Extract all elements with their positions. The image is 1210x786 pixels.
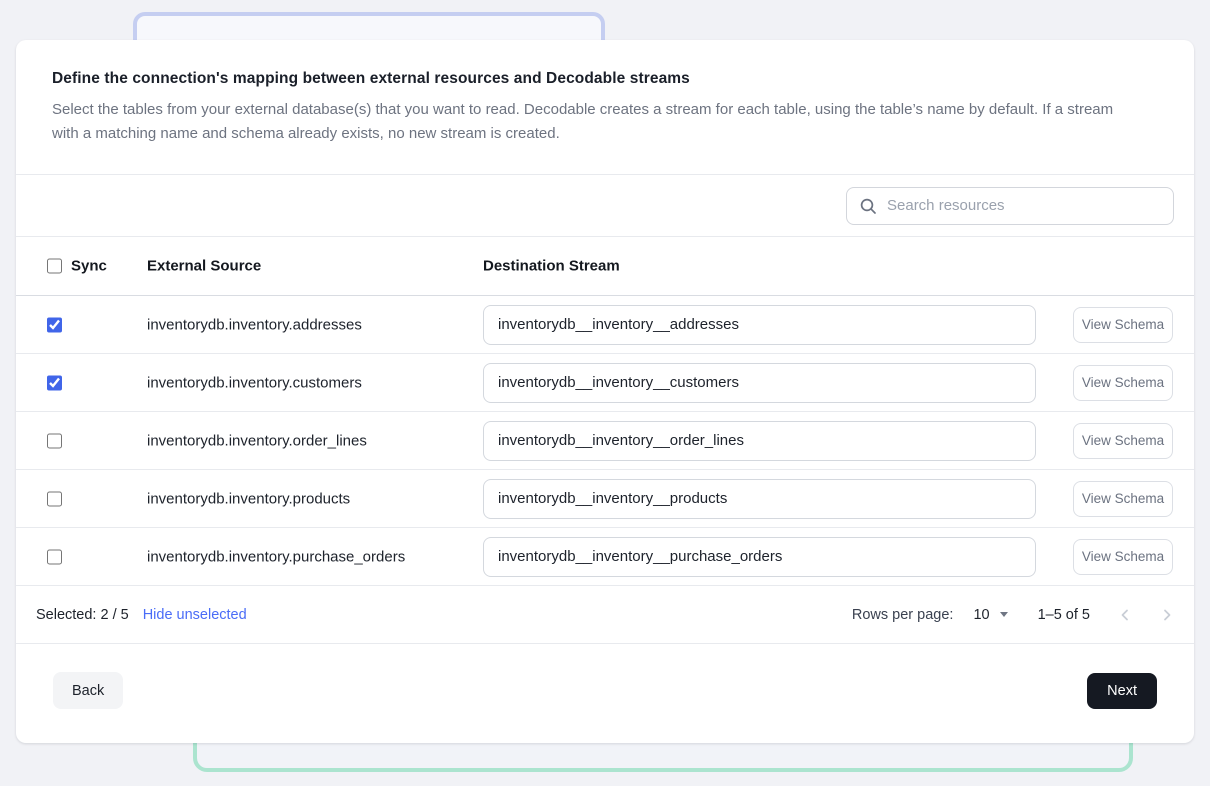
pager-controls: Rows per page: 10 1–5 of 5: [852, 607, 1174, 623]
destination-stream-cell: [483, 537, 1036, 577]
sync-checkbox[interactable]: [47, 491, 62, 506]
column-header-source: External Source: [147, 258, 261, 275]
sync-checkbox[interactable]: [47, 317, 62, 332]
destination-stream-cell: [483, 363, 1036, 403]
row-action-cell: View Schema: [1073, 307, 1173, 343]
selected-count: Selected: 2 / 5: [36, 607, 129, 623]
row-action-cell: View Schema: [1073, 481, 1173, 517]
table-row: inventorydb.inventory.addresses View Sch…: [16, 296, 1194, 354]
destination-stream-input[interactable]: [483, 537, 1036, 577]
search-icon: [859, 197, 877, 215]
external-source-label: inventorydb.inventory.customers: [147, 374, 362, 391]
prev-page-button[interactable]: [1118, 608, 1132, 622]
rows-per-page-value: 10: [973, 607, 989, 623]
dialog-description: Select the tables from your external dat…: [52, 98, 1132, 146]
search-box[interactable]: [846, 187, 1174, 225]
table-body: inventorydb.inventory.addresses View Sch…: [16, 296, 1194, 586]
sync-checkbox[interactable]: [47, 375, 62, 390]
external-source-label: inventorydb.inventory.products: [147, 490, 350, 507]
table-row: inventorydb.inventory.products View Sche…: [16, 470, 1194, 528]
view-schema-button[interactable]: View Schema: [1073, 365, 1173, 401]
row-action-cell: View Schema: [1073, 365, 1173, 401]
destination-stream-input[interactable]: [483, 479, 1036, 519]
mapping-dialog: Define the connection's mapping between …: [16, 40, 1194, 743]
table-row: inventorydb.inventory.customers View Sch…: [16, 354, 1194, 412]
external-source-label: inventorydb.inventory.purchase_orders: [147, 548, 405, 565]
page-range: 1–5 of 5: [1038, 607, 1090, 623]
row-action-cell: View Schema: [1073, 539, 1173, 575]
next-button[interactable]: Next: [1087, 673, 1157, 709]
destination-stream-cell: [483, 305, 1036, 345]
destination-stream-cell: [483, 479, 1036, 519]
row-action-cell: View Schema: [1073, 423, 1173, 459]
column-header-sync: Sync: [71, 258, 107, 275]
destination-stream-cell: [483, 421, 1036, 461]
chevron-left-icon: [1118, 608, 1132, 622]
sync-checkbox[interactable]: [47, 549, 62, 564]
chevron-right-icon: [1160, 608, 1174, 622]
select-all-checkbox[interactable]: [47, 259, 62, 274]
destination-stream-input[interactable]: [483, 305, 1036, 345]
caret-down-icon: [1000, 612, 1008, 617]
table-row: inventorydb.inventory.order_lines View S…: [16, 412, 1194, 470]
dialog-actions: Back Next: [16, 644, 1194, 737]
external-source-label: inventorydb.inventory.order_lines: [147, 432, 367, 449]
search-input[interactable]: [887, 197, 1161, 214]
sync-checkbox[interactable]: [47, 433, 62, 448]
destination-stream-input[interactable]: [483, 421, 1036, 461]
external-source-label: inventorydb.inventory.addresses: [147, 316, 362, 333]
back-button[interactable]: Back: [53, 672, 123, 709]
view-schema-button[interactable]: View Schema: [1073, 423, 1173, 459]
view-schema-button[interactable]: View Schema: [1073, 481, 1173, 517]
view-schema-button[interactable]: View Schema: [1073, 539, 1173, 575]
column-header-destination: Destination Stream: [483, 258, 620, 275]
next-page-button[interactable]: [1160, 608, 1174, 622]
rows-per-page-label: Rows per page:: [852, 607, 954, 623]
table-header-row: Sync External Source Destination Stream: [16, 237, 1194, 296]
table-row: inventorydb.inventory.purchase_orders Vi…: [16, 528, 1194, 586]
pagination-row: Selected: 2 / 5 Hide unselected Rows per…: [16, 586, 1194, 644]
search-row: [16, 175, 1194, 237]
rows-per-page-select[interactable]: 10: [973, 607, 1007, 623]
hide-unselected-link[interactable]: Hide unselected: [143, 607, 247, 623]
view-schema-button[interactable]: View Schema: [1073, 307, 1173, 343]
dialog-title: Define the connection's mapping between …: [52, 70, 1142, 88]
destination-stream-input[interactable]: [483, 363, 1036, 403]
dialog-header: Define the connection's mapping between …: [16, 40, 1194, 175]
